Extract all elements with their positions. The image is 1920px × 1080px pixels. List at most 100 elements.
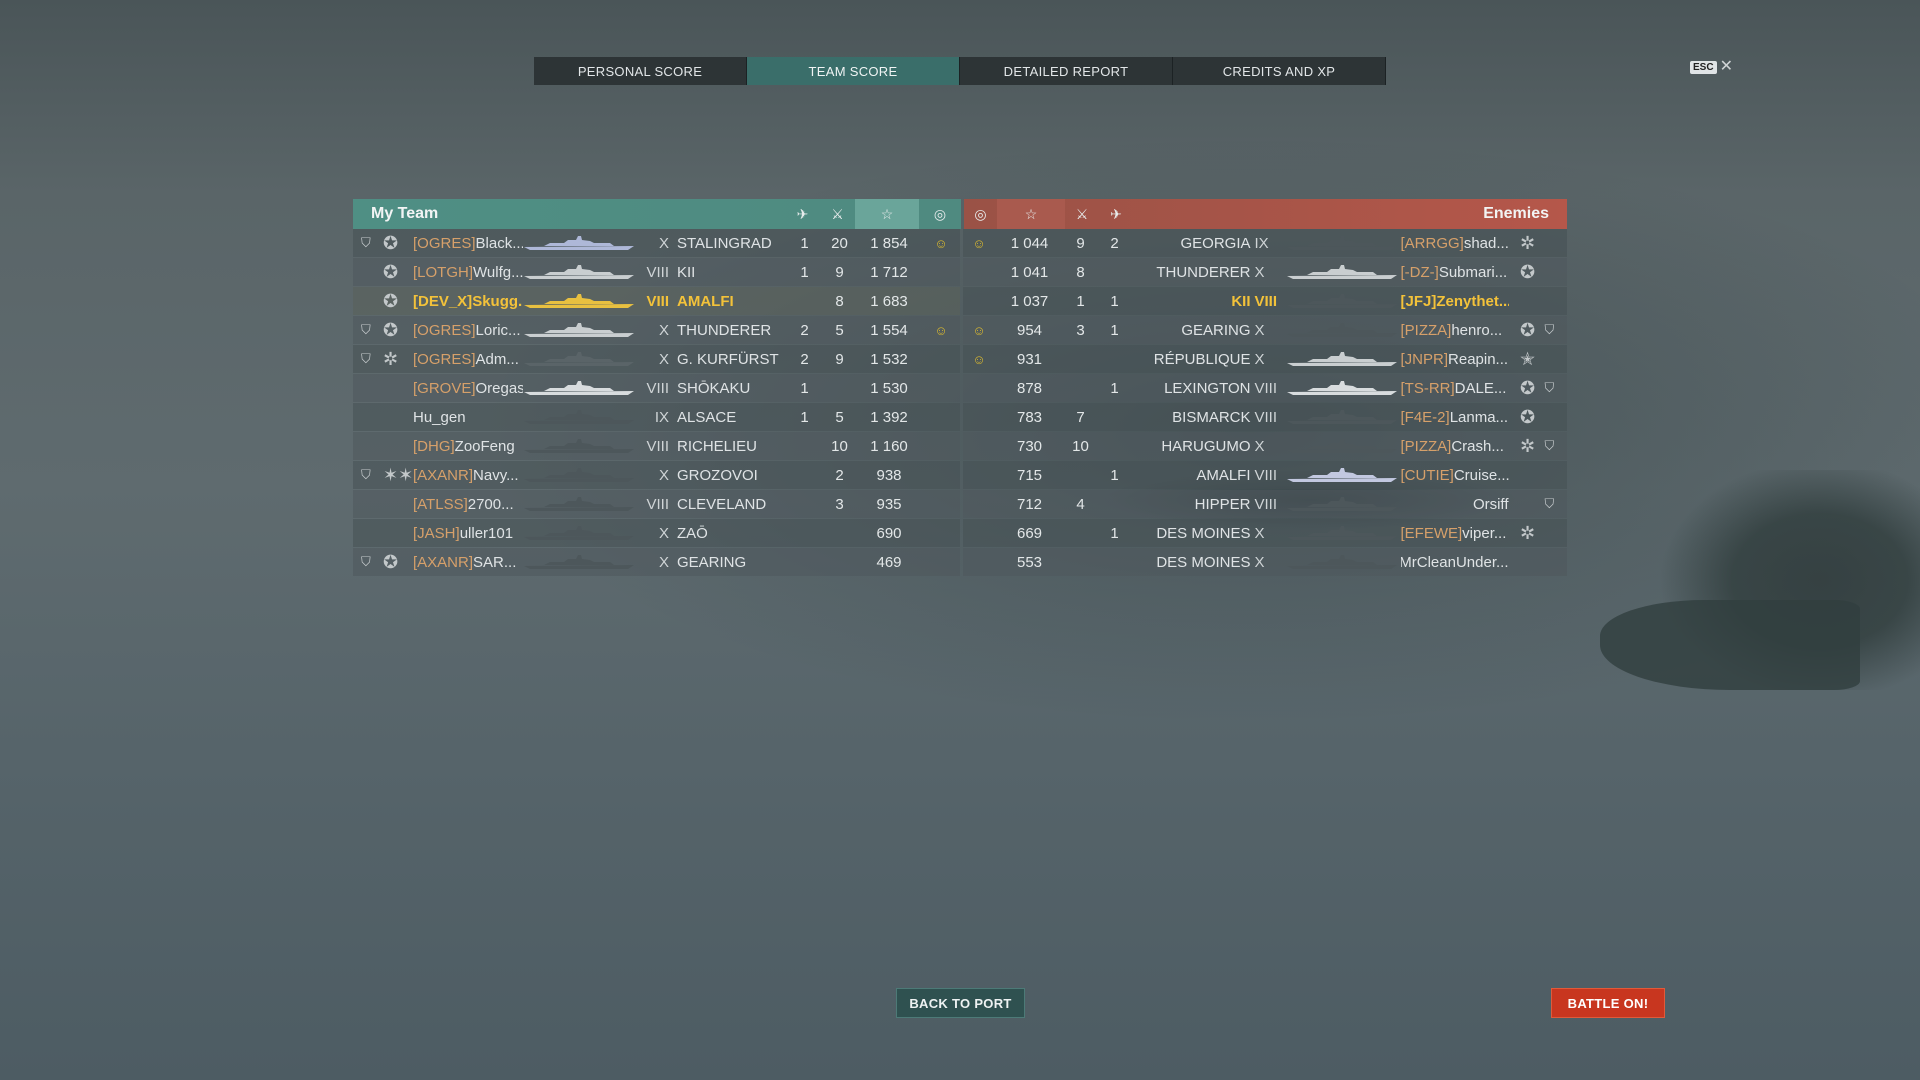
capture-icon (921, 548, 961, 576)
enemy-player[interactable]: 553 DES MOINES X MrCleanUnder... (962, 548, 1567, 576)
tab-detailed-report[interactable]: DETAILED REPORT (960, 57, 1173, 85)
base-xp: 1 041 (1010, 263, 1049, 281)
ship-name: THUNDERER (677, 321, 772, 339)
planes-destroyed: 2 (800, 350, 809, 368)
capture-icon (921, 345, 961, 373)
clan-tag: [DHG] (413, 437, 455, 455)
ship-silhouette-icon (524, 236, 634, 250)
capture-icon (963, 258, 996, 286)
enemy-player[interactable]: 783 7 BISMARCK VIII [F4E-2] Lanma... ✪ (962, 403, 1567, 431)
rank-icon: ✪ (383, 319, 399, 340)
rank-icon: ✲ (1519, 522, 1536, 543)
my-team-player[interactable]: ✪ [DEV_X]Skugg... VIII AMALFI 8 1 683 (353, 287, 960, 315)
enemy-player[interactable]: 712 4 HIPPER VIII Orsiff ⛉ (962, 490, 1567, 518)
my-team-player[interactable]: [DHG] ZooFeng VIII RICHELIEU 10 1 160 (353, 432, 960, 460)
clan-tag: [TS-RR] (1400, 379, 1455, 397)
tab-team-score[interactable]: TEAM SCORE (747, 57, 960, 85)
ship-silhouette-icon (524, 555, 634, 569)
clan-tag: [OGRES] (413, 350, 476, 368)
tab-personal-score[interactable]: PERSONAL SCORE (534, 57, 747, 85)
ship-name: THUNDERER (1156, 263, 1251, 281)
close-icon[interactable]: ✕ (1720, 59, 1733, 75)
clan-tag: [ARRGG] (1400, 234, 1464, 252)
division-badge-icon: ⛉ (361, 467, 371, 482)
my-team-player[interactable]: [JASH] uller101 X ZAŌ 690 (353, 519, 960, 547)
ships-destroyed (822, 374, 857, 402)
capture-icon (921, 374, 961, 402)
my-team-player[interactable]: Hu_gen IX ALSACE 1 5 1 392 (353, 403, 960, 431)
division-badge-icon (361, 490, 375, 518)
capture-icon (963, 461, 996, 489)
enemy-player[interactable]: ☺ 954 3 1 GEARING X [PIZZA] henro... ✪ ⛉ (962, 316, 1567, 344)
base-xp: 712 (1016, 495, 1043, 513)
my-team-player[interactable]: [GROVE] Oregas VIII SHŌKAKU 1 1 530 (353, 374, 960, 402)
player-label: [ATLSS] 2700... (413, 490, 523, 518)
tab-credits-and-xp[interactable]: CREDITS AND XP (1173, 57, 1386, 85)
enemy-player[interactable]: 669 1 DES MOINES X [EFEWE] viper... ✲ (962, 519, 1567, 547)
capture-icon (963, 403, 996, 431)
player-label: [DEV_X]Skugg... (413, 287, 523, 315)
ship-silhouette-icon (1286, 352, 1397, 366)
planes-destroyed (1098, 490, 1132, 518)
capture-icon: ☺ (972, 235, 986, 251)
player-name: SAR... (473, 553, 517, 571)
division-badge-icon (361, 519, 375, 547)
ships-destroyed (822, 519, 857, 547)
clan-tag: [F4E-2] (1400, 408, 1450, 426)
planes-destroyed (787, 519, 822, 547)
my-team-player[interactable]: ✪ [LOTGH] Wulfg... VIII KII 1 9 1 712 (353, 258, 960, 286)
capture-icon (921, 461, 961, 489)
my-team-player[interactable]: ⛉ ✪ [OGRES] Loric... X THUNDERER 2 5 1 554 ☺ (353, 316, 960, 344)
enemy-player[interactable]: 730 10 HARUGUMO X [PIZZA] Crash... ✲ ⛉ (962, 432, 1567, 460)
plane-icon: ✈ (796, 205, 809, 222)
division-badge-icon: ⛉ (361, 322, 371, 337)
ship-image (524, 293, 634, 309)
ship-tier: VIII (646, 437, 669, 455)
base-xp: 938 (876, 466, 902, 484)
team-score-table: My Team ✈ ⚔ ☆ ◎ ◎ ☆ ⚔ ✈ Enemies ⛉ ✪ [OGRES… (353, 199, 1567, 577)
planes-destroyed (1098, 258, 1132, 286)
ships-destroyed: 5 (835, 408, 844, 426)
player-name: Orsiff (1472, 495, 1509, 513)
player-label: [ARRGG] shad... (1401, 229, 1509, 257)
division-badge-icon (1545, 287, 1559, 315)
enemy-player[interactable]: 1 037 1 1 KII VIII [JFJ] Zenythet... (962, 287, 1567, 315)
rank-icon: ✪ (1519, 377, 1536, 398)
enemy-player[interactable]: ☺ 931 RÉPUBLIQUE X [JNPR] Reapin... ✭ (962, 345, 1567, 373)
enemy-player[interactable]: 715 1 AMALFI VIII [CUTIE] Cruise... (962, 461, 1567, 489)
ship-tier: X (658, 321, 669, 339)
planes-destroyed: 1 (1110, 321, 1119, 339)
my-team-player[interactable]: ⛉ ✪ [AXANR] SAR... X GEARING 469 (353, 548, 960, 576)
clan-tag: [JNPR] (1400, 350, 1449, 368)
ship-tier: VIII (646, 379, 669, 397)
ship-image (1286, 438, 1397, 454)
ship-tier: X (658, 466, 669, 484)
planes-destroyed (787, 432, 822, 460)
ship-silhouette-icon (1286, 439, 1397, 453)
capture-icon: ☺ (934, 235, 948, 251)
enemy-player[interactable]: 878 1 LEXINGTON VIII [TS-RR] DALE... ✪ ⛉ (962, 374, 1567, 402)
division-badge-icon: ⛉ (1544, 322, 1555, 337)
enemy-player[interactable]: ☺ 1 044 9 2 GEORGIA IX [ARRGG] shad... ✲ (962, 229, 1567, 257)
close-control[interactable]: ESC ✕ (1690, 59, 1733, 75)
enemy-player[interactable]: 1 041 8 THUNDERER X [-DZ-] Submari... ✪ (962, 258, 1567, 286)
my-team-title: My Team (371, 205, 439, 222)
my-team-player[interactable]: [ATLSS] 2700... VIII CLEVELAND 3 935 (353, 490, 960, 518)
table-row: ⛉ ✪ [OGRES] Loric... X THUNDERER 2 5 1 554 ☺ ☺ 954 3… (353, 316, 1567, 345)
ship-silhouette-icon (524, 468, 634, 482)
ship-name: DES MOINES (1156, 553, 1251, 571)
clan-tag: [OGRES] (413, 321, 476, 339)
back-to-port-button[interactable]: BACK TO PORT (896, 988, 1025, 1018)
my-team-player[interactable]: ⛉ ✶✶ [AXANR] Navy... X GROZOVOI 2 938 (353, 461, 960, 489)
capture-icon (921, 287, 961, 315)
rank-icon: ✲ (1519, 232, 1536, 253)
base-xp: 1 530 (870, 379, 908, 397)
player-label: [OGRES] Adm... (413, 345, 523, 373)
my-team-player[interactable]: ⛉ ✪ [OGRES] Black... X STALINGRAD 1 20 1 854 ☺ (353, 229, 960, 257)
my-team-player[interactable]: ⛉ ✲ [OGRES] Adm... X G. KURFÜRST 2 9 1 532 (353, 345, 960, 373)
battle-on-button[interactable]: BATTLE ON! (1551, 988, 1665, 1018)
player-label: [F4E-2] Lanma... (1401, 403, 1509, 431)
player-rows: ⛉ ✪ [OGRES] Black... X STALINGRAD 1 20 1 854 ☺ ☺ 1 … (353, 229, 1567, 577)
clan-tag: [OGRES] (413, 234, 476, 252)
base-xp: 1 160 (870, 437, 908, 455)
